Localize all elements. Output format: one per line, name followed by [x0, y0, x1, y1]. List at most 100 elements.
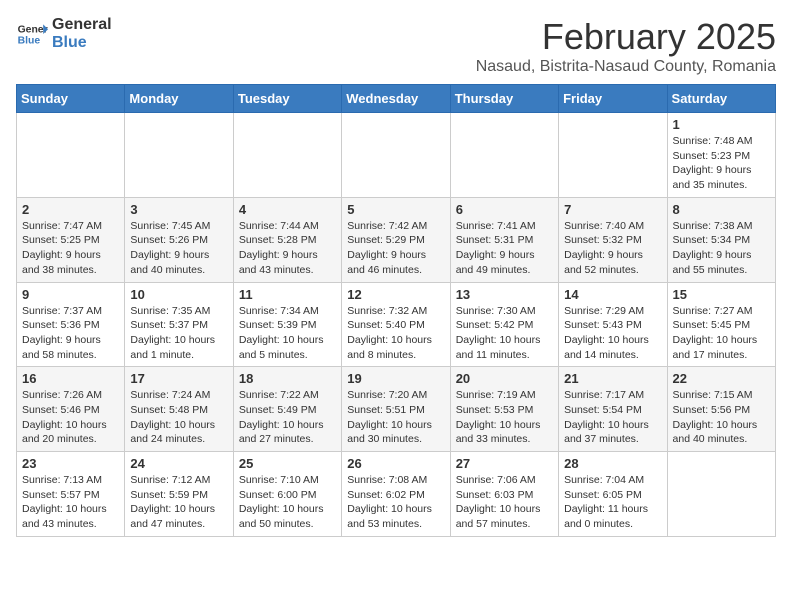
day-cell: 20Sunrise: 7:19 AM Sunset: 5:53 PM Dayli…: [450, 367, 558, 452]
day-number: 17: [130, 371, 227, 386]
day-info: Sunrise: 7:47 AM Sunset: 5:25 PM Dayligh…: [22, 219, 119, 278]
day-cell: 24 Sunrise: 7:12 AM Sunset: 5:59 PM Dayli…: [125, 452, 233, 537]
day-number: 6: [456, 202, 553, 217]
weekday-header-row: SundayMondayTuesdayWednesdayThursdayFrid…: [17, 85, 776, 113]
day-number: 9: [22, 287, 119, 302]
day-cell: 3Sunrise: 7:45 AM Sunset: 5:26 PM Daylig…: [125, 197, 233, 282]
day-info: Sunrise: 7:44 AM Sunset: 5:28 PM Dayligh…: [239, 219, 336, 278]
day-number: 26: [347, 456, 444, 471]
day-info: Sunrise: 7:22 AM Sunset: 5:49 PM Dayligh…: [239, 388, 336, 447]
day-info: Sunrise: 7:12 AM Sunset: 5:59 PM Dayligh…: [130, 473, 227, 532]
day-cell: 12 Sunrise: 7:32 AM Sunset: 5:40 PM Dayli…: [342, 282, 450, 367]
day-cell: 28 Sunrise: 7:04 AM Sunset: 6:05 PM Dayli…: [559, 452, 667, 537]
day-info: Sunrise: 7:45 AM Sunset: 5:26 PM Dayligh…: [130, 219, 227, 278]
week-row-4: 16 Sunrise: 7:26 AM Sunset: 5:46 PM Dayli…: [17, 367, 776, 452]
week-row-2: 2 Sunrise: 7:47 AM Sunset: 5:25 PM Daylig…: [17, 197, 776, 282]
day-cell: 18 Sunrise: 7:22 AM Sunset: 5:49 PM Dayli…: [233, 367, 341, 452]
day-cell: [667, 452, 775, 537]
calendar: SundayMondayTuesdayWednesdayThursdayFrid…: [16, 84, 776, 537]
day-number: 10: [130, 287, 227, 302]
day-cell: 2 Sunrise: 7:47 AM Sunset: 5:25 PM Daylig…: [17, 197, 125, 282]
weekday-header-monday: Monday: [125, 85, 233, 113]
week-row-1: 1 Sunrise: 7:48 AM Sunset: 5:23 PM Daylig…: [17, 113, 776, 198]
day-cell: 13Sunrise: 7:30 AM Sunset: 5:42 PM Dayli…: [450, 282, 558, 367]
day-number: 18: [239, 371, 336, 386]
day-cell: [342, 113, 450, 198]
day-cell: 14 Sunrise: 7:29 AM Sunset: 5:43 PM Dayli…: [559, 282, 667, 367]
day-info: Sunrise: 7:15 AM Sunset: 5:56 PM Dayligh…: [673, 388, 770, 447]
day-cell: 19 Sunrise: 7:20 AM Sunset: 5:51 PM Dayli…: [342, 367, 450, 452]
day-cell: [17, 113, 125, 198]
week-row-5: 23Sunrise: 7:13 AM Sunset: 5:57 PM Dayli…: [17, 452, 776, 537]
day-cell: 16 Sunrise: 7:26 AM Sunset: 5:46 PM Dayli…: [17, 367, 125, 452]
day-info: Sunrise: 7:29 AM Sunset: 5:43 PM Dayligh…: [564, 304, 661, 363]
day-cell: 15Sunrise: 7:27 AM Sunset: 5:45 PM Dayli…: [667, 282, 775, 367]
day-number: 22: [673, 371, 770, 386]
weekday-header-thursday: Thursday: [450, 85, 558, 113]
month-title: February 2025: [476, 16, 776, 58]
day-cell: 21Sunrise: 7:17 AM Sunset: 5:54 PM Dayli…: [559, 367, 667, 452]
day-number: 19: [347, 371, 444, 386]
day-cell: [125, 113, 233, 198]
day-info: Sunrise: 7:20 AM Sunset: 5:51 PM Dayligh…: [347, 388, 444, 447]
day-number: 24: [130, 456, 227, 471]
day-number: 28: [564, 456, 661, 471]
day-number: 14: [564, 287, 661, 302]
day-info: Sunrise: 7:26 AM Sunset: 5:46 PM Dayligh…: [22, 388, 119, 447]
day-number: 5: [347, 202, 444, 217]
logo-icon: General Blue: [16, 18, 48, 50]
day-cell: 1 Sunrise: 7:48 AM Sunset: 5:23 PM Daylig…: [667, 113, 775, 198]
day-cell: 26Sunrise: 7:08 AM Sunset: 6:02 PM Dayli…: [342, 452, 450, 537]
day-number: 23: [22, 456, 119, 471]
day-number: 20: [456, 371, 553, 386]
day-cell: [559, 113, 667, 198]
day-cell: 8 Sunrise: 7:38 AM Sunset: 5:34 PM Daylig…: [667, 197, 775, 282]
page-header: General Blue General Blue February 2025 …: [16, 16, 776, 76]
weekday-header-sunday: Sunday: [17, 85, 125, 113]
day-number: 1: [673, 117, 770, 132]
day-cell: 10 Sunrise: 7:35 AM Sunset: 5:37 PM Dayli…: [125, 282, 233, 367]
day-info: Sunrise: 7:06 AM Sunset: 6:03 PM Dayligh…: [456, 473, 553, 532]
day-number: 4: [239, 202, 336, 217]
day-number: 13: [456, 287, 553, 302]
day-info: Sunrise: 7:42 AM Sunset: 5:29 PM Dayligh…: [347, 219, 444, 278]
day-number: 8: [673, 202, 770, 217]
day-info: Sunrise: 7:27 AM Sunset: 5:45 PM Dayligh…: [673, 304, 770, 363]
day-number: 12: [347, 287, 444, 302]
day-cell: 5 Sunrise: 7:42 AM Sunset: 5:29 PM Daylig…: [342, 197, 450, 282]
calendar-body: 1 Sunrise: 7:48 AM Sunset: 5:23 PM Daylig…: [17, 113, 776, 537]
day-cell: 9 Sunrise: 7:37 AM Sunset: 5:36 PM Daylig…: [17, 282, 125, 367]
day-number: 21: [564, 371, 661, 386]
day-cell: 4 Sunrise: 7:44 AM Sunset: 5:28 PM Daylig…: [233, 197, 341, 282]
day-cell: 22 Sunrise: 7:15 AM Sunset: 5:56 PM Dayli…: [667, 367, 775, 452]
day-number: 25: [239, 456, 336, 471]
day-info: Sunrise: 7:04 AM Sunset: 6:05 PM Dayligh…: [564, 473, 661, 532]
location-title: Nasaud, Bistrita-Nasaud County, Romania: [476, 58, 776, 76]
logo-blue: Blue: [52, 34, 112, 52]
day-cell: 7 Sunrise: 7:40 AM Sunset: 5:32 PM Daylig…: [559, 197, 667, 282]
day-info: Sunrise: 7:41 AM Sunset: 5:31 PM Dayligh…: [456, 219, 553, 278]
title-block: February 2025 Nasaud, Bistrita-Nasaud Co…: [476, 16, 776, 76]
day-info: Sunrise: 7:24 AM Sunset: 5:48 PM Dayligh…: [130, 388, 227, 447]
day-cell: 27 Sunrise: 7:06 AM Sunset: 6:03 PM Dayli…: [450, 452, 558, 537]
weekday-header-wednesday: Wednesday: [342, 85, 450, 113]
day-number: 2: [22, 202, 119, 217]
day-info: Sunrise: 7:40 AM Sunset: 5:32 PM Dayligh…: [564, 219, 661, 278]
svg-text:Blue: Blue: [18, 35, 41, 46]
day-number: 7: [564, 202, 661, 217]
day-cell: 23Sunrise: 7:13 AM Sunset: 5:57 PM Dayli…: [17, 452, 125, 537]
day-info: Sunrise: 7:10 AM Sunset: 6:00 PM Dayligh…: [239, 473, 336, 532]
logo-general: General: [52, 16, 112, 34]
day-info: Sunrise: 7:37 AM Sunset: 5:36 PM Dayligh…: [22, 304, 119, 363]
day-number: 27: [456, 456, 553, 471]
day-info: Sunrise: 7:38 AM Sunset: 5:34 PM Dayligh…: [673, 219, 770, 278]
weekday-header-saturday: Saturday: [667, 85, 775, 113]
day-cell: 6 Sunrise: 7:41 AM Sunset: 5:31 PM Daylig…: [450, 197, 558, 282]
day-info: Sunrise: 7:34 AM Sunset: 5:39 PM Dayligh…: [239, 304, 336, 363]
day-info: Sunrise: 7:35 AM Sunset: 5:37 PM Dayligh…: [130, 304, 227, 363]
day-info: Sunrise: 7:48 AM Sunset: 5:23 PM Dayligh…: [673, 134, 770, 193]
weekday-header-friday: Friday: [559, 85, 667, 113]
day-number: 16: [22, 371, 119, 386]
day-cell: [450, 113, 558, 198]
day-info: Sunrise: 7:32 AM Sunset: 5:40 PM Dayligh…: [347, 304, 444, 363]
